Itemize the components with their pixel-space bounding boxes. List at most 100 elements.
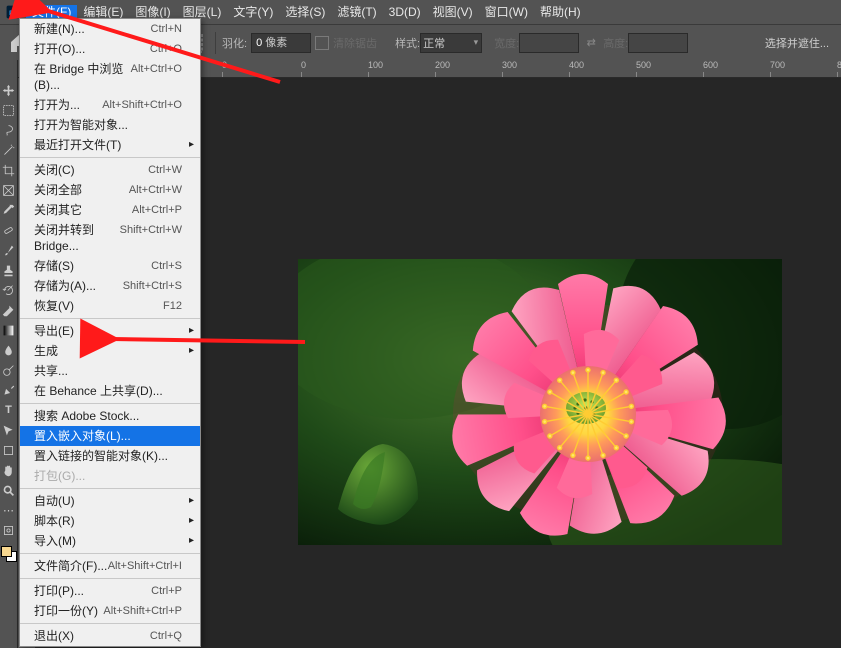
menu-item[interactable]: 置入嵌入对象(L)...	[20, 426, 200, 446]
menu-item-label: 导入(M)	[34, 533, 76, 549]
menu-item[interactable]: 存储(S)Ctrl+S	[20, 256, 200, 276]
ruler-tick: 0	[301, 60, 306, 71]
menu-item[interactable]: 共享...	[20, 361, 200, 381]
menu-item-label: 导出(E)	[34, 323, 74, 339]
move-tool-icon[interactable]	[1, 82, 17, 98]
menu-item[interactable]: 导出(E)	[20, 321, 200, 341]
menu-item[interactable]: 搜索 Adobe Stock...	[20, 406, 200, 426]
feather-label: 羽化:	[222, 35, 247, 51]
style-select[interactable]: 正常	[420, 33, 482, 53]
height-input	[628, 33, 688, 53]
menu-item-label: 打印一份(Y)	[34, 603, 98, 619]
stamp-tool-icon[interactable]	[1, 262, 17, 278]
menu-item[interactable]: 打印一份(Y) Alt+Shift+Ctrl+P	[20, 601, 200, 621]
menu-item-label: 关闭全部	[34, 182, 82, 198]
toolbar-more-icon[interactable]: ⋯	[1, 502, 17, 518]
antialias-checkbox[interactable]	[315, 36, 329, 50]
ruler-tick: 600	[703, 60, 718, 71]
menu-图像[interactable]: 图像(I)	[129, 5, 176, 19]
menu-item-shortcut: F12	[163, 298, 182, 314]
healing-tool-icon[interactable]	[1, 222, 17, 238]
menu-文字[interactable]: 文字(Y)	[227, 5, 279, 19]
menu-item-label: 恢复(V)	[34, 298, 74, 314]
menu-item-shortcut: Alt+Shift+Ctrl+P	[103, 603, 182, 619]
frame-tool-icon[interactable]	[1, 182, 17, 198]
menu-item[interactable]: 打开为...Alt+Shift+Ctrl+O	[20, 95, 200, 115]
pen-tool-icon[interactable]	[1, 382, 17, 398]
wand-tool-icon[interactable]	[1, 142, 17, 158]
menu-item[interactable]: 在 Bridge 中浏览(B)...Alt+Ctrl+O	[20, 59, 200, 95]
menu-item[interactable]: 退出(X)Ctrl+Q	[20, 626, 200, 646]
zoom-tool-icon[interactable]	[1, 482, 17, 498]
shape-tool-icon[interactable]	[1, 442, 17, 458]
path-tool-icon[interactable]	[1, 422, 17, 438]
menu-item[interactable]: 关闭并转到 Bridge...Shift+Ctrl+W	[20, 220, 200, 256]
menu-item-label: 在 Behance 上共享(D)...	[34, 383, 163, 399]
crop-tool-icon[interactable]	[1, 162, 17, 178]
link-icon[interactable]: ⇄	[583, 35, 599, 51]
menu-item-label: 自动(U)	[34, 493, 75, 509]
menu-选择[interactable]: 选择(S)	[279, 5, 331, 19]
menu-编辑[interactable]: 编辑(E)	[77, 5, 129, 19]
gradient-tool-icon[interactable]	[1, 322, 17, 338]
menu-item: 打包(G)...	[20, 466, 200, 486]
menu-item-label: 存储(S)	[34, 258, 74, 274]
menu-item[interactable]: 存储为(A)...Shift+Ctrl+S	[20, 276, 200, 296]
menu-3d[interactable]: 3D(D)	[383, 5, 427, 19]
toolbar: T ⋯	[0, 60, 18, 648]
menu-帮助[interactable]: 帮助(H)	[534, 5, 587, 19]
history-brush-icon[interactable]	[1, 282, 17, 298]
width-input	[519, 33, 579, 53]
menu-item-label: 打开为智能对象...	[34, 117, 128, 133]
menu-item[interactable]: 在 Behance 上共享(D)...	[20, 381, 200, 401]
menu-item[interactable]: 自动(U)	[20, 491, 200, 511]
eyedropper-tool-icon[interactable]	[1, 202, 17, 218]
menu-图层[interactable]: 图层(L)	[177, 5, 228, 19]
menu-item-label: 关闭并转到 Bridge...	[34, 222, 120, 254]
menu-item[interactable]: 恢复(V) F12	[20, 296, 200, 316]
menu-item-shortcut: Ctrl+O	[150, 41, 182, 57]
menu-item-label: 最近打开文件(T)	[34, 137, 121, 153]
feather-input[interactable]: 0 像素	[251, 33, 311, 53]
menu-item-shortcut: Alt+Ctrl+P	[132, 202, 182, 218]
menu-滤镜[interactable]: 滤镜(T)	[331, 5, 382, 19]
menu-item-label: 脚本(R)	[34, 513, 75, 529]
menu-item[interactable]: 最近打开文件(T)	[20, 135, 200, 155]
menu-item-label: 关闭其它	[34, 202, 82, 218]
menu-item-label: 退出(X)	[34, 628, 74, 644]
brush-tool-icon[interactable]	[1, 242, 17, 258]
type-tool-icon[interactable]: T	[1, 402, 17, 418]
menu-item[interactable]: 置入链接的智能对象(K)...	[20, 446, 200, 466]
menu-item[interactable]: 新建(N)...Ctrl+N	[20, 19, 200, 39]
select-and-mask-button[interactable]: 选择并遮住...	[765, 35, 829, 51]
menu-item[interactable]: 打开为智能对象...	[20, 115, 200, 135]
menu-item-shortcut: Shift+Ctrl+W	[120, 222, 182, 254]
menu-item[interactable]: 关闭(C)Ctrl+W	[20, 160, 200, 180]
menu-文件[interactable]: 文件(F)	[26, 5, 77, 19]
menu-item[interactable]: 打印(P)...Ctrl+P	[20, 581, 200, 601]
marquee-tool-icon[interactable]	[1, 102, 17, 118]
edit-toolbar-icon[interactable]	[1, 522, 17, 538]
menu-item-shortcut: Shift+Ctrl+S	[123, 278, 182, 294]
app-logo-icon: Ps	[6, 5, 20, 19]
menu-视图[interactable]: 视图(V)	[427, 5, 479, 19]
menu-item[interactable]: 关闭其它 Alt+Ctrl+P	[20, 200, 200, 220]
menu-item[interactable]: 文件简介(F)...Alt+Shift+Ctrl+I	[20, 556, 200, 576]
eraser-tool-icon[interactable]	[1, 302, 17, 318]
dodge-tool-icon[interactable]	[1, 362, 17, 378]
menu-item[interactable]: 打开(O)...Ctrl+O	[20, 39, 200, 59]
color-swatch[interactable]	[1, 546, 17, 562]
menu-item[interactable]: 生成	[20, 341, 200, 361]
blur-tool-icon[interactable]	[1, 342, 17, 358]
menu-窗口[interactable]: 窗口(W)	[479, 5, 534, 19]
menu-item[interactable]: 脚本(R)	[20, 511, 200, 531]
lasso-tool-icon[interactable]	[1, 122, 17, 138]
menu-item[interactable]: 关闭全部Alt+Ctrl+W	[20, 180, 200, 200]
menu-item[interactable]: 导入(M)	[20, 531, 200, 551]
hand-tool-icon[interactable]	[1, 462, 17, 478]
ruler-tick: 100	[368, 60, 383, 71]
menu-item-label: 打开为...	[34, 97, 80, 113]
ruler-tick: 300	[502, 60, 517, 71]
menu-item-label: 打印(P)...	[34, 583, 84, 599]
svg-text:Ps: Ps	[9, 10, 17, 17]
